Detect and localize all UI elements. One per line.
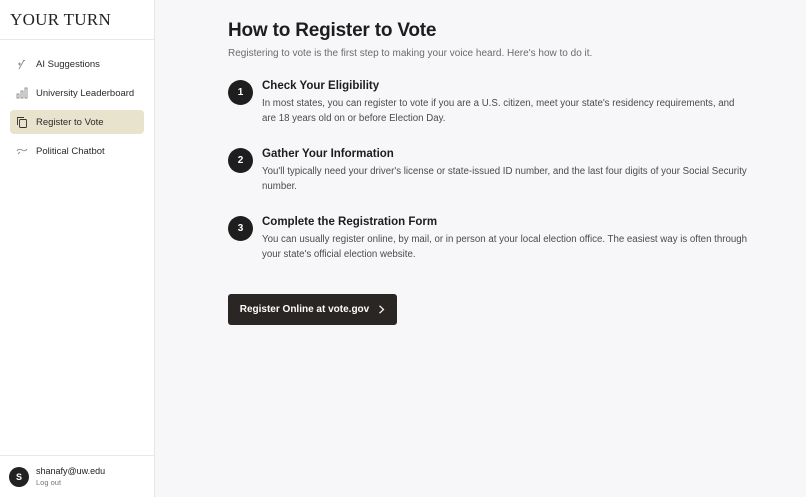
user-info: shanafy@uw.edu Log out: [36, 466, 105, 488]
sidebar-item-label: Register to Vote: [36, 116, 104, 128]
step-body: Complete the Registration Form You can u…: [262, 216, 748, 262]
avatar[interactable]: S: [9, 466, 29, 487]
sidebar-item-label: AI Suggestions: [36, 58, 100, 70]
register-online-button[interactable]: Register Online at vote.gov: [228, 294, 397, 325]
page-subtitle: Registering to vote is the first step to…: [228, 48, 593, 59]
sidebar-item-ai-suggestions[interactable]: AI Suggestions: [10, 52, 144, 76]
step-number: 3: [228, 216, 253, 241]
step-title: Gather Your Information: [262, 148, 394, 160]
chevron-right-icon: [378, 305, 385, 314]
bar-chart-icon: [16, 87, 28, 99]
step-number: 2: [228, 148, 253, 173]
register-online-label: Register Online at vote.gov: [239, 304, 370, 315]
sidebar-nav: AI Suggestions University Leaderboard Re…: [0, 40, 154, 163]
documents-icon: [16, 116, 28, 128]
user-profile: S shanafy@uw.edu Log out: [0, 455, 155, 497]
step-description: You can usually register online, by mail…: [262, 234, 748, 260]
sparkle-pen-icon: [16, 58, 28, 70]
sidebar: YOUR TURN AI Suggestions University Lead…: [0, 0, 155, 497]
sidebar-item-label: University Leaderboard: [36, 87, 135, 99]
step-body: Check Your Eligibility In most states, y…: [262, 80, 748, 126]
user-email: shanafy@uw.edu: [36, 465, 106, 476]
step-description: You'll typically need your driver's lice…: [262, 166, 747, 192]
sidebar-item-register-to-vote[interactable]: Register to Vote: [10, 110, 144, 134]
step-number: 1: [228, 80, 253, 105]
step-body: Gather Your Information You'll typically…: [262, 148, 748, 194]
chat-icon: [16, 145, 28, 157]
sidebar-item-label: Political Chatbot: [36, 145, 105, 157]
sidebar-item-political-chatbot[interactable]: Political Chatbot: [10, 139, 144, 163]
sidebar-item-university-leaderboard[interactable]: University Leaderboard: [10, 81, 144, 105]
step-description: In most states, you can register to vote…: [262, 98, 735, 124]
app-brand[interactable]: YOUR TURN: [0, 0, 154, 40]
step-title: Check Your Eligibility: [262, 80, 380, 92]
step-title: Complete the Registration Form: [262, 216, 438, 228]
logout-link[interactable]: Log out: [36, 477, 105, 488]
page-title: How to Register to Vote: [228, 20, 437, 41]
